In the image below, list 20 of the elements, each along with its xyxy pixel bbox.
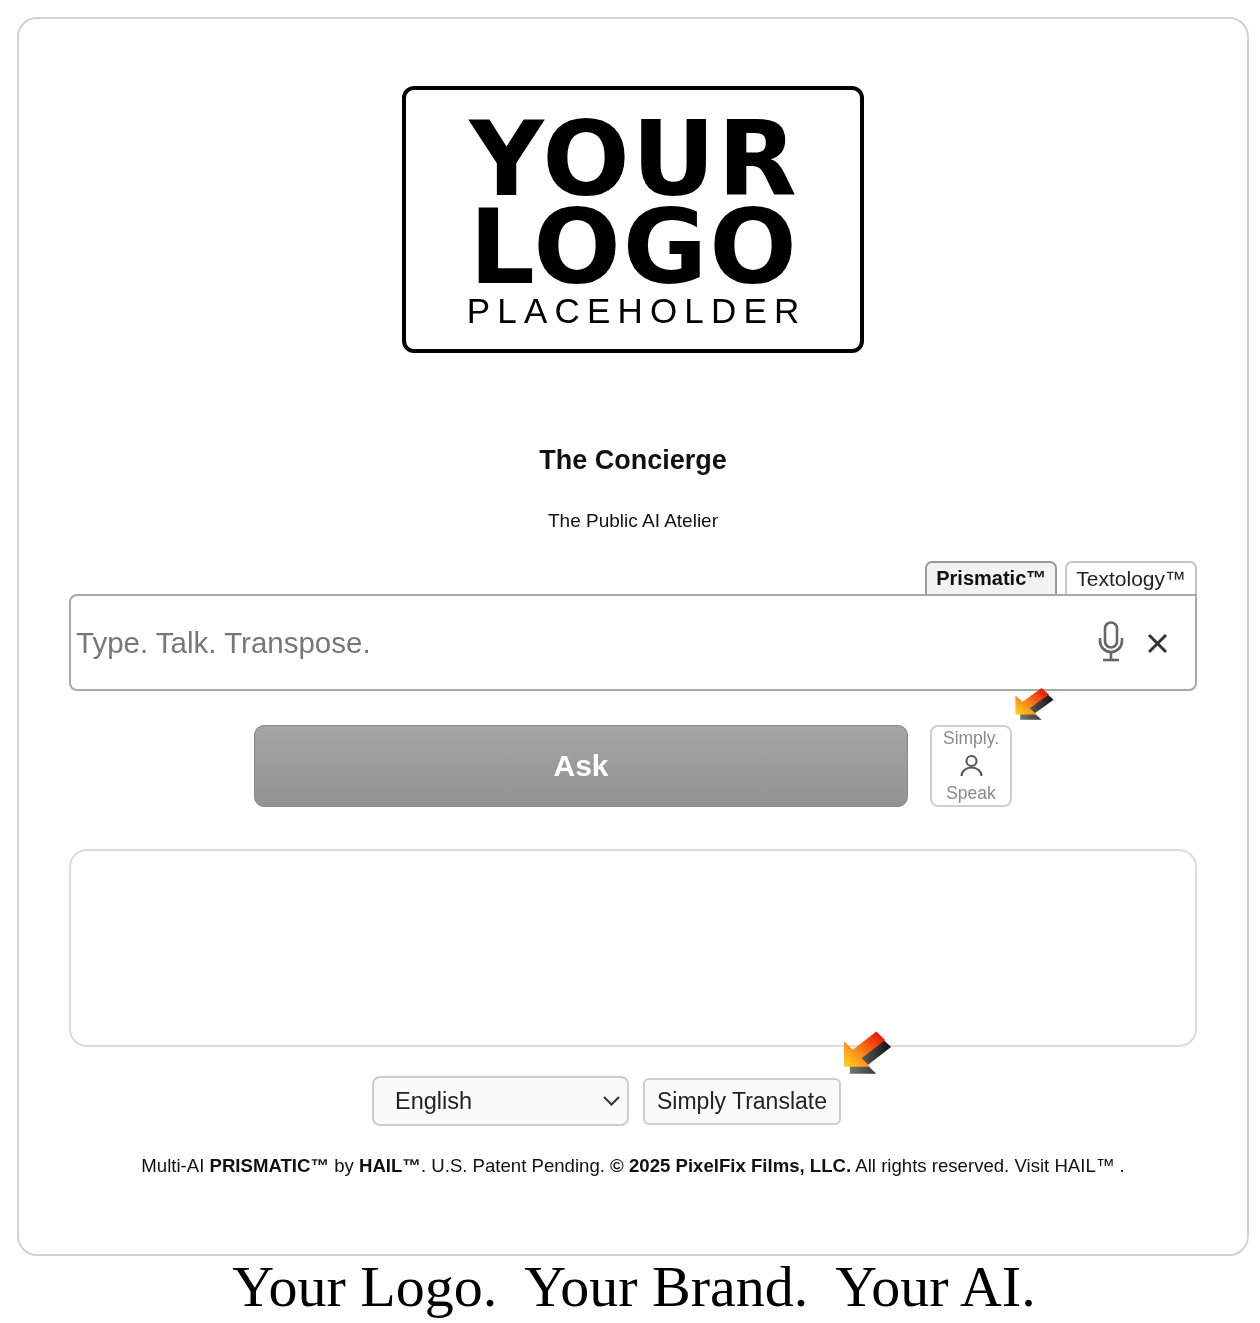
- mode-tab[interactable]: Textology™: [1065, 561, 1197, 594]
- logo-text: YOUR: [469, 115, 799, 203]
- tagline-text: Your Logo.: [232, 1256, 498, 1318]
- query-field[interactable]: Type. Talk. Transpose.: [69, 594, 1197, 691]
- chevron-down-icon: [603, 1096, 620, 1106]
- tagline-text: Your Brand.: [524, 1256, 809, 1318]
- logo-text: LOGO: [469, 203, 799, 291]
- person-icon: [959, 754, 983, 777]
- translate-button[interactable]: Simply Translate: [643, 1077, 841, 1125]
- app-subtitle: The Public AI Atelier: [547, 509, 718, 532]
- tagline-text: Your AI.: [835, 1256, 1036, 1318]
- microphone-icon[interactable]: [1098, 621, 1124, 662]
- mode-tab[interactable]: Prismatic™: [925, 561, 1058, 594]
- footer-text: Multi-AI PRISMATIC™ by HAIL™. U.S. Patent Pending. © 2025 PixelFix Films, LLC. All rights reserved. Visit HAIL™ .: [141, 1154, 1125, 1177]
- app-title: The Concierge: [539, 444, 727, 476]
- logo-subtitle: PLACEHOLDER: [466, 291, 807, 331]
- arrow-icon: [1013, 687, 1056, 723]
- close-icon[interactable]: [1147, 633, 1168, 654]
- speak-button[interactable]: Simply. Speak: [930, 725, 1012, 807]
- language-select[interactable]: English: [372, 1076, 629, 1126]
